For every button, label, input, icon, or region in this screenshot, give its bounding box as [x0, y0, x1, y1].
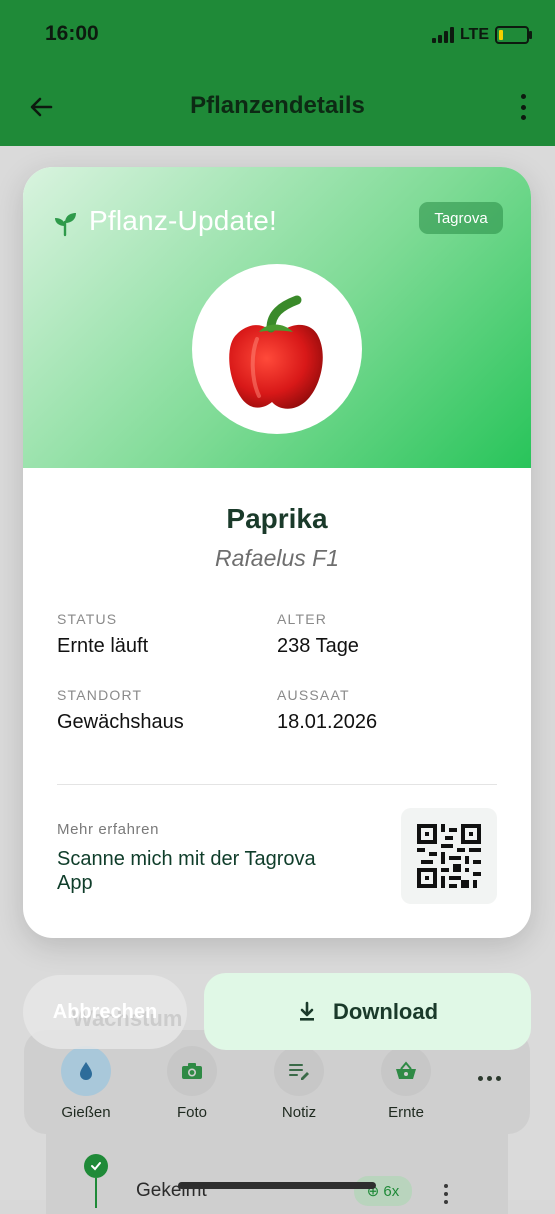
- plant-image: [192, 264, 362, 434]
- qr-code-icon: [417, 824, 481, 888]
- cancel-button[interactable]: Abbrechen: [23, 975, 187, 1049]
- check-icon: [84, 1154, 108, 1178]
- plant-name: Paprika: [226, 503, 328, 534]
- age-label: ALTER: [277, 611, 328, 627]
- age-field: ALTER 238 Tage: [277, 611, 359, 658]
- timeline-line: [95, 1178, 97, 1208]
- action-water[interactable]: Gießen: [46, 1046, 126, 1121]
- download-button[interactable]: Download: [204, 973, 531, 1050]
- status-bar: 16:00 LTE: [0, 0, 555, 70]
- more-vert-icon[interactable]: [515, 94, 531, 120]
- network-type: LTE: [459, 26, 489, 43]
- more-horiz-icon[interactable]: [478, 1076, 501, 1081]
- pepper-icon: [229, 295, 323, 409]
- clock: 16:00: [45, 22, 99, 45]
- age-value: 238 Tage: [277, 635, 359, 657]
- page-title: Pflanzendetails: [190, 92, 365, 119]
- download-label: Download: [332, 998, 439, 1024]
- plant-variety: Rafaelus F1: [214, 545, 339, 571]
- sprout-icon: [51, 209, 79, 237]
- action-note-label: Notiz: [281, 1104, 317, 1121]
- water-drop-icon: [61, 1046, 111, 1096]
- timeline-card: [46, 1134, 508, 1214]
- scan-instruction: Scanne mich mit der Tagrova App: [57, 848, 316, 894]
- sowing-label: AUSSAAT: [277, 687, 350, 703]
- more-info-label: Mehr erfahren: [57, 821, 160, 838]
- action-harvest-label: Ernte: [388, 1104, 424, 1121]
- signal-icon: [431, 27, 454, 43]
- action-harvest[interactable]: Ernte: [366, 1046, 446, 1121]
- update-title: Pflanz-Update!: [89, 205, 278, 236]
- divider: [57, 784, 497, 785]
- basket-icon: [381, 1046, 431, 1096]
- download-icon: [299, 1001, 314, 1021]
- camera-icon: [167, 1046, 217, 1096]
- card-header: Pflanz-Update! Tagrova: [23, 167, 531, 468]
- timeline-menu-icon[interactable]: [444, 1184, 448, 1204]
- share-card: Pflanz-Update! Tagrova Paprika Rafaelus …: [23, 167, 531, 938]
- action-photo-label: Foto: [176, 1104, 207, 1121]
- app-bar: Pflanzendetails: [0, 70, 555, 146]
- location-label: STANDORT: [57, 687, 143, 703]
- home-indicator[interactable]: [178, 1182, 376, 1189]
- sowing-field: AUSSAAT 18.01.2026: [277, 687, 377, 734]
- location-field: STANDORT Gewächshaus: [57, 687, 184, 734]
- action-photo[interactable]: Foto: [152, 1046, 232, 1121]
- brand-badge: Tagrova: [419, 202, 503, 234]
- battery-icon: [495, 26, 532, 44]
- status-label: STATUS: [57, 611, 118, 627]
- status-field: STATUS Ernte läuft: [57, 611, 148, 658]
- action-water-label: Gießen: [61, 1104, 111, 1121]
- location-value: Gewächshaus: [57, 711, 184, 733]
- sowing-value: 18.01.2026: [277, 711, 378, 733]
- action-note[interactable]: Notiz: [259, 1046, 339, 1121]
- note-icon: [274, 1046, 324, 1096]
- qr-code: [401, 808, 497, 904]
- status-value: Ernte läuft: [57, 635, 149, 657]
- timeline-count-badge: ⊕ 6x: [354, 1176, 412, 1206]
